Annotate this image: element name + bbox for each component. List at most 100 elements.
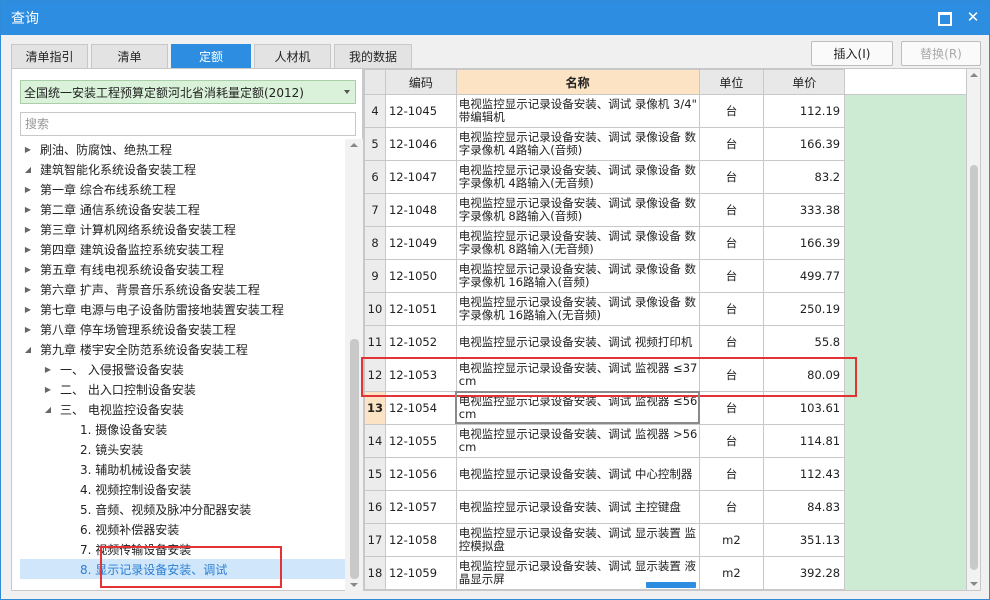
row-index[interactable]: 17: [364, 523, 386, 557]
table-row[interactable]: 9 12-1050 电视监控显示记录设备安装、调试 录像设备 数字录像机 16路输入…: [364, 259, 966, 293]
row-unit[interactable]: m2: [698, 556, 765, 590]
row-code[interactable]: 12-1058: [384, 523, 457, 557]
tree-node[interactable]: ◢ 建筑智能化系统设备安装工程: [22, 159, 196, 179]
row-unit[interactable]: 台: [698, 226, 765, 260]
tree-node[interactable]: 2. 镜头安装: [80, 439, 143, 459]
close-icon[interactable]: ✕: [965, 9, 981, 25]
row-name[interactable]: 电视监控显示记录设备安装、调试 监视器 ≤37cm: [455, 358, 700, 392]
row-price[interactable]: 112.19: [763, 94, 846, 128]
row-name[interactable]: 电视监控显示记录设备安装、调试 录像设备 数字录像机 4路输入(音频): [455, 127, 700, 161]
row-index[interactable]: 11: [364, 325, 386, 359]
tree-node[interactable]: ▶ 第三章 计算机网络系统设备安装工程: [22, 219, 236, 239]
tree-node[interactable]: ▶ 第一章 综合布线系统工程: [22, 179, 176, 199]
tree-node[interactable]: ▶ 二、 出入口控制设备安装: [42, 379, 196, 399]
row-index[interactable]: 5: [364, 127, 386, 161]
row-unit[interactable]: 台: [698, 391, 765, 425]
row-code[interactable]: 12-1045: [384, 94, 457, 128]
tree-node[interactable]: 8. 显示记录设备安装、调试: [20, 559, 345, 579]
row-price[interactable]: 80.09: [763, 358, 846, 392]
tree-node[interactable]: ▶ 第八章 停车场管理系统设备安装工程: [22, 319, 236, 339]
table-row[interactable]: 16 12-1057 电视监控显示记录设备安装、调试 主控键盘台 84.83: [364, 490, 966, 524]
row-name[interactable]: 电视监控显示记录设备安装、调试 中心控制器: [455, 457, 700, 491]
row-code[interactable]: 12-1057: [384, 490, 457, 524]
tree-node[interactable]: 3. 辅助机械设备安装: [80, 459, 191, 479]
col-header-price[interactable]: 单价: [763, 69, 846, 95]
collapse-arrow-icon[interactable]: ◢: [42, 405, 54, 414]
tree-node[interactable]: ◢ 三、 电视监控设备安装: [42, 399, 184, 419]
row-code[interactable]: 12-1054: [384, 391, 457, 425]
search-input[interactable]: [20, 112, 356, 136]
row-price[interactable]: 114.81: [763, 424, 846, 458]
row-name[interactable]: 电视监控显示记录设备安装、调试 录像设备 数字录像机 16路输入(音频): [455, 259, 700, 293]
row-code[interactable]: 12-1055: [384, 424, 457, 458]
chevron-down-icon[interactable]: [344, 90, 350, 94]
row-index[interactable]: 6: [364, 160, 386, 194]
row-index[interactable]: 9: [364, 259, 386, 293]
row-unit[interactable]: m2: [698, 523, 765, 557]
tree-node[interactable]: ◢ 第九章 楼宇安全防范系统设备安装工程: [22, 339, 248, 359]
row-code[interactable]: 12-1050: [384, 259, 457, 293]
expand-arrow-icon[interactable]: ▶: [22, 185, 34, 194]
row-name[interactable]: 电视监控显示记录设备安装、调试 录像设备 数字录像机 4路输入(无音频): [455, 160, 700, 194]
row-name[interactable]: 电视监控显示记录设备安装、调试 录像设备 数字录像机 16路输入(无音频): [455, 292, 700, 326]
tree-node[interactable]: ▶ 第七章 电源与电子设备防雷接地装置安装工程: [22, 299, 284, 319]
col-header-name[interactable]: 名称: [455, 69, 700, 95]
table-row[interactable]: 13 12-1054 电视监控显示记录设备安装、调试 监视器 ≤56cm 台 103.6…: [364, 391, 966, 425]
maximize-icon[interactable]: [935, 9, 951, 25]
row-unit[interactable]: 台: [698, 325, 765, 359]
scroll-up-icon[interactable]: [970, 73, 978, 77]
table-row[interactable]: 7 12-1048 电视监控显示记录设备安装、调试 录像设备 数字录像机 8路输入(…: [364, 193, 966, 227]
row-code[interactable]: 12-1048: [384, 193, 457, 227]
table-row[interactable]: 6 12-1047 电视监控显示记录设备安装、调试 录像设备 数字录像机 4路输入(…: [364, 160, 966, 194]
row-price[interactable]: 166.39: [763, 127, 846, 161]
scroll-thumb[interactable]: [350, 339, 359, 579]
row-price[interactable]: 333.38: [763, 193, 846, 227]
row-price[interactable]: 55.8: [763, 325, 846, 359]
row-unit[interactable]: 台: [698, 490, 765, 524]
tree-node[interactable]: 5. 音频、视频及脉冲分配器安装: [80, 499, 251, 519]
row-price[interactable]: 166.39: [763, 226, 846, 260]
row-index[interactable]: 12: [364, 358, 386, 392]
tree-node[interactable]: ▶ 第二章 通信系统设备安装工程: [22, 199, 200, 219]
tree-node[interactable]: ▶ 第六章 扩声、背景音乐系统设备安装工程: [22, 279, 260, 299]
row-code[interactable]: 12-1049: [384, 226, 457, 260]
expand-arrow-icon[interactable]: ▶: [22, 305, 34, 314]
expand-arrow-icon[interactable]: ▶: [22, 205, 34, 214]
scroll-down-icon[interactable]: [350, 583, 358, 587]
insert-button[interactable]: 插入(I): [811, 41, 893, 66]
row-price[interactable]: 103.61: [763, 391, 846, 425]
row-unit[interactable]: 台: [698, 127, 765, 161]
tab-bill[interactable]: 清单: [91, 44, 168, 68]
tree-node[interactable]: 7. 视频传输设备安装: [80, 539, 191, 559]
row-code[interactable]: 12-1046: [384, 127, 457, 161]
row-index[interactable]: 13: [364, 391, 386, 425]
row-name[interactable]: 电视监控显示记录设备安装、调试 监视器 >56cm: [455, 424, 700, 458]
row-index[interactable]: 4: [364, 94, 386, 128]
tab-bill-guide[interactable]: 清单指引: [11, 44, 88, 68]
row-unit[interactable]: 台: [698, 358, 765, 392]
row-unit[interactable]: 台: [698, 160, 765, 194]
table-row[interactable]: 14 12-1055 电视监控显示记录设备安装、调试 监视器 >56cm 台 114.8…: [364, 424, 966, 458]
col-header-code[interactable]: 编码: [384, 69, 457, 95]
tree-scrollbar[interactable]: [345, 139, 363, 591]
row-unit[interactable]: 台: [698, 259, 765, 293]
row-name[interactable]: 电视监控显示记录设备安装、调试 视频打印机: [455, 325, 700, 359]
splitter-grip[interactable]: [646, 582, 696, 588]
row-index[interactable]: 14: [364, 424, 386, 458]
row-price[interactable]: 351.13: [763, 523, 846, 557]
scroll-thumb[interactable]: [970, 165, 978, 570]
row-code[interactable]: 12-1053: [384, 358, 457, 392]
row-name[interactable]: 电视监控显示记录设备安装、调试 主控键盘: [455, 490, 700, 524]
row-index[interactable]: 10: [364, 292, 386, 326]
expand-arrow-icon[interactable]: ▶: [22, 145, 34, 154]
tree-node[interactable]: ▶ 刷油、防腐蚀、绝热工程: [22, 139, 172, 159]
row-index[interactable]: 8: [364, 226, 386, 260]
table-row[interactable]: 11 12-1052 电视监控显示记录设备安装、调试 视频打印机台 55.8: [364, 325, 966, 359]
row-name[interactable]: 电视监控显示记录设备安装、调试 录像设备 数字录像机 8路输入(音频): [455, 193, 700, 227]
grid-scrollbar[interactable]: [967, 68, 981, 591]
expand-arrow-icon[interactable]: ▶: [22, 225, 34, 234]
tree-node[interactable]: 6. 视频补偿器安装: [80, 519, 179, 539]
row-unit[interactable]: 台: [698, 292, 765, 326]
expand-arrow-icon[interactable]: ▶: [22, 325, 34, 334]
expand-arrow-icon[interactable]: ▶: [42, 365, 54, 374]
